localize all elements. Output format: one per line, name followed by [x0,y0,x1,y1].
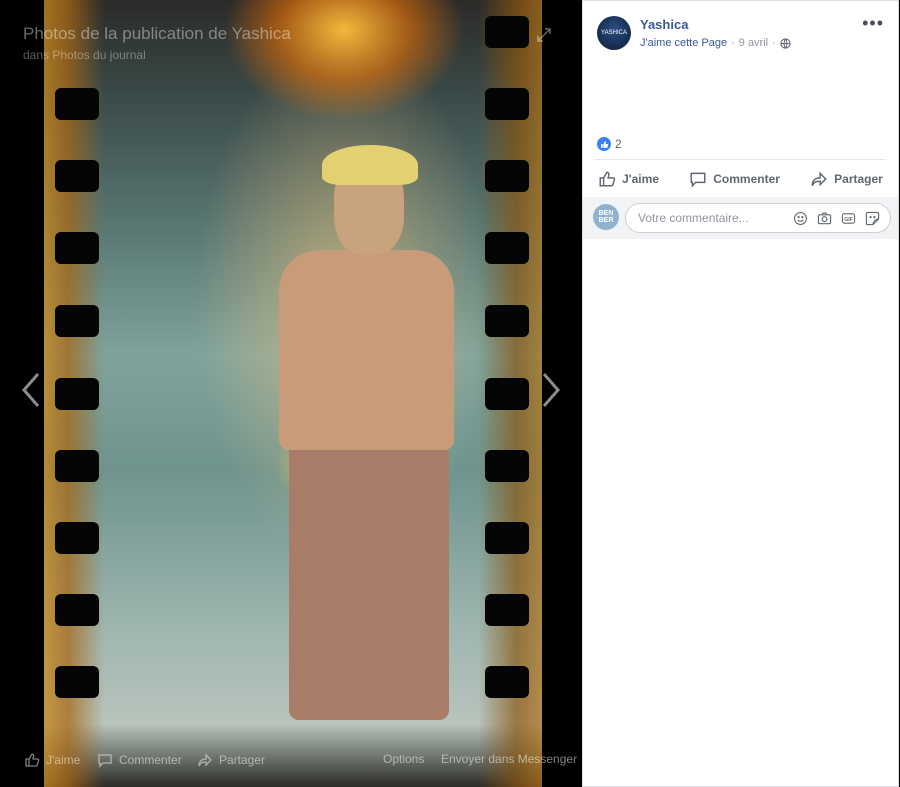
send-messenger-button[interactable]: Envoyer dans Messenger [441,752,577,766]
comment-icon [690,172,706,188]
sprocket-hole [485,305,529,337]
emoji-icon[interactable] [792,210,808,226]
user-avatar[interactable]: BEN BER [593,204,619,230]
viewer-album-link[interactable]: dans Photos du journal [23,48,146,62]
like-reaction-icon [597,137,611,151]
globe-icon [780,37,791,49]
sprocket-hole [55,232,99,264]
camera-icon[interactable] [816,210,832,226]
next-photo-button[interactable] [540,370,562,417]
viewer-title: Photos de la publication de Yashica [23,24,291,43]
expand-icon[interactable] [536,27,552,48]
divider [595,159,885,160]
svg-text:GIF: GIF [844,216,853,222]
meta-separator: · [731,37,735,49]
like-button[interactable]: J'aime [598,170,659,188]
viewer-comment-button[interactable]: Commenter [97,752,182,768]
sprocket-hole [55,666,99,698]
comment-box[interactable]: GIF [625,203,891,233]
viewer-like-button[interactable]: J'aime [24,752,80,768]
comment-button[interactable]: Commenter [689,170,780,188]
photo[interactable] [44,0,542,787]
viewer-share-button[interactable]: Partager [197,752,265,768]
gif-icon[interactable]: GIF [840,210,856,226]
comment-tools: GIF [792,210,880,226]
sprocket-hole [485,666,529,698]
sprocket-hole [485,16,529,48]
sprocket-hole [55,450,99,482]
sprocket-hole [55,522,99,554]
sticker-icon[interactable] [864,210,880,226]
viewer-options-label: Options [383,752,425,766]
sprocket-hole [485,160,529,192]
sprocket-hole [55,305,99,337]
sprocket-hole [55,160,99,192]
sprocket-hole [485,450,529,482]
previous-photo-button[interactable] [20,370,42,417]
thumbs-up-icon [599,171,616,187]
post-date[interactable]: 9 avril [739,37,768,49]
thumbs-up-icon [25,753,40,767]
share-icon [811,171,827,187]
viewer-share-label: Partager [219,753,266,767]
sprocket-hole [485,232,529,264]
like-label: J'aime [622,172,659,186]
like-page-link[interactable]: J'aime cette Page [640,37,727,49]
page-avatar[interactable]: YASHICA [597,16,631,50]
share-button[interactable]: Partager [810,170,883,188]
share-icon [198,753,212,767]
meta-separator: · [772,37,776,49]
photo-viewer: Photos de la publication de Yashica dans… [0,0,582,787]
post-meta: J'aime cette Page · 9 avril · [640,37,791,49]
post-actions: J'aime Commenter Partager [583,165,898,193]
more-options-icon[interactable]: ••• [862,13,884,34]
sprocket-hole [485,378,529,410]
viewer-like-label: J'aime [46,753,81,767]
share-label: Partager [834,172,883,186]
post-sidebar: YASHICA Yashica J'aime cette Page · 9 av… [582,0,899,787]
send-messenger-label: Envoyer dans Messenger [441,752,578,766]
sprocket-hole [55,88,99,120]
viewer-bottom-bar: J'aime Commenter Partager Options Envoye… [0,746,582,774]
comment-input[interactable] [636,210,790,226]
reaction-summary[interactable]: 2 [597,137,622,151]
sprocket-hole [485,88,529,120]
comment-icon [98,754,112,768]
viewer-comment-label: Commenter [119,753,182,767]
sprocket-hole [485,594,529,626]
comment-label: Commenter [713,172,780,186]
sprocket-hole [485,522,529,554]
comment-composer: BEN BER GIF [583,197,898,239]
viewer-options-button[interactable]: Options [383,752,424,766]
sprocket-hole [55,594,99,626]
photo-subject [254,140,464,720]
page-name-link[interactable]: Yashica [640,17,688,32]
reaction-count: 2 [615,137,622,151]
sprocket-hole [55,378,99,410]
